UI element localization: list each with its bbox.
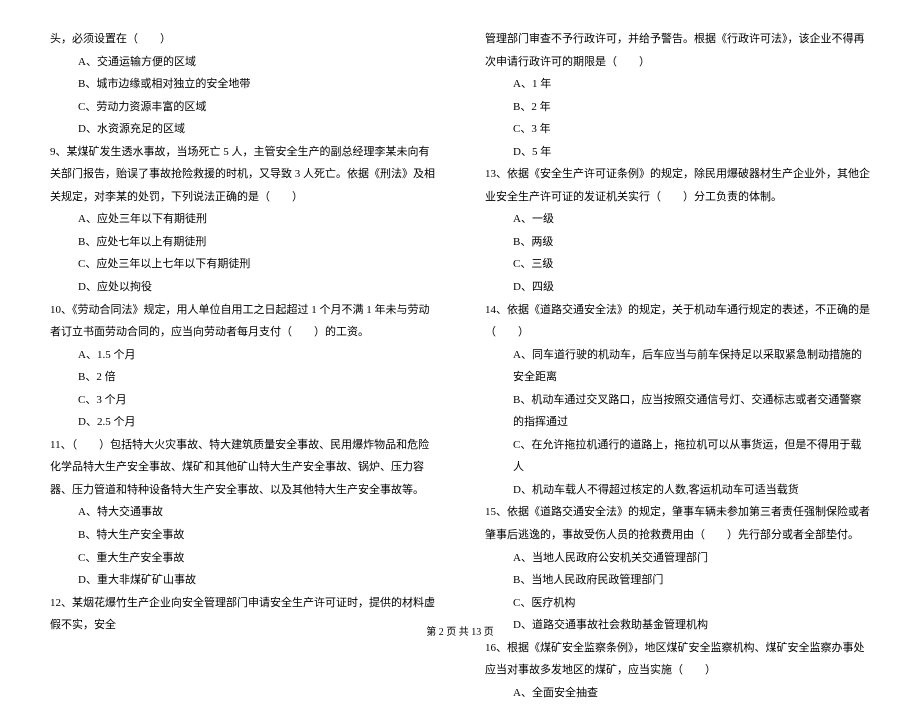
option: B、特大生产安全事故 bbox=[50, 524, 435, 547]
option: C、三级 bbox=[485, 253, 870, 276]
option: C、劳动力资源丰富的区域 bbox=[50, 96, 435, 119]
option: B、城市边缘或相对独立的安全地带 bbox=[50, 73, 435, 96]
question-continuation: 头，必须设置在（ ） bbox=[50, 28, 435, 51]
option: B、2 倍 bbox=[50, 366, 435, 389]
option: B、2 年 bbox=[485, 96, 870, 119]
option: D、应处以拘役 bbox=[50, 276, 435, 299]
option: D、重大非煤矿矿山事故 bbox=[50, 569, 435, 592]
option: A、交通运输方便的区域 bbox=[50, 51, 435, 74]
question-13: 13、依据《安全生产许可证条例》的规定，除民用爆破器材生产企业外，其他企业安全生… bbox=[485, 163, 870, 208]
option: C、在允许拖拉机通行的道路上，拖拉机可以从事货运，但是不得用于载人 bbox=[485, 434, 870, 479]
option: A、1.5 个月 bbox=[50, 344, 435, 367]
option: A、同车道行驶的机动车，后车应当与前车保持足以采取紧急制动措施的安全距离 bbox=[485, 344, 870, 389]
question-10: 10、《劳动合同法》规定，用人单位自用工之日起超过 1 个月不满 1 年未与劳动… bbox=[50, 299, 435, 344]
right-column: 管理部门审查不予行政许可，并给予警告。根据《行政许可法》，该企业不得再次申请行政… bbox=[485, 28, 870, 603]
option: C、应处三年以上七年以下有期徒刑 bbox=[50, 253, 435, 276]
option: D、四级 bbox=[485, 276, 870, 299]
page-footer: 第 2 页 共 13 页 bbox=[0, 623, 920, 638]
option: C、3 个月 bbox=[50, 389, 435, 412]
question-12-continuation: 管理部门审查不予行政许可，并给予警告。根据《行政许可法》，该企业不得再次申请行政… bbox=[485, 28, 870, 73]
option: A、应处三年以下有期徒刑 bbox=[50, 208, 435, 231]
option: A、1 年 bbox=[485, 73, 870, 96]
option: D、水资源充足的区域 bbox=[50, 118, 435, 141]
option: B、机动车通过交叉路口，应当按照交通信号灯、交通标志或者交通警察的指挥通过 bbox=[485, 389, 870, 434]
option: B、应处七年以上有期徒刑 bbox=[50, 231, 435, 254]
option: C、重大生产安全事故 bbox=[50, 547, 435, 570]
option: C、医疗机构 bbox=[485, 592, 870, 615]
option: B、当地人民政府民政管理部门 bbox=[485, 569, 870, 592]
left-column: 头，必须设置在（ ） A、交通运输方便的区域 B、城市边缘或相对独立的安全地带 … bbox=[50, 28, 435, 603]
option: A、一级 bbox=[485, 208, 870, 231]
option: C、3 年 bbox=[485, 118, 870, 141]
option: D、5 年 bbox=[485, 141, 870, 164]
option: A、特大交通事故 bbox=[50, 501, 435, 524]
option: B、两级 bbox=[485, 231, 870, 254]
question-11: 11、（ ）包括特大火灾事故、特大建筑质量安全事故、民用爆炸物品和危险化学品特大… bbox=[50, 434, 435, 502]
option: D、机动车载人不得超过核定的人数,客运机动车可适当载货 bbox=[485, 479, 870, 502]
option: A、全面安全抽查 bbox=[485, 682, 870, 704]
question-14: 14、依据《道路交通安全法》的规定，关于机动车通行规定的表述，不正确的是（ ） bbox=[485, 299, 870, 344]
question-15: 15、依据《道路交通安全法》的规定，肇事车辆未参加第三者责任强制保险或者肇事后逃… bbox=[485, 501, 870, 546]
question-9: 9、某煤矿发生透水事故，当场死亡 5 人，主管安全生产的副总经理李某未向有关部门… bbox=[50, 141, 435, 209]
option: D、2.5 个月 bbox=[50, 411, 435, 434]
option: A、当地人民政府公安机关交通管理部门 bbox=[485, 547, 870, 570]
question-16: 16、根据《煤矿安全监察条例》，地区煤矿安全监察机构、煤矿安全监察办事处应当对事… bbox=[485, 637, 870, 682]
